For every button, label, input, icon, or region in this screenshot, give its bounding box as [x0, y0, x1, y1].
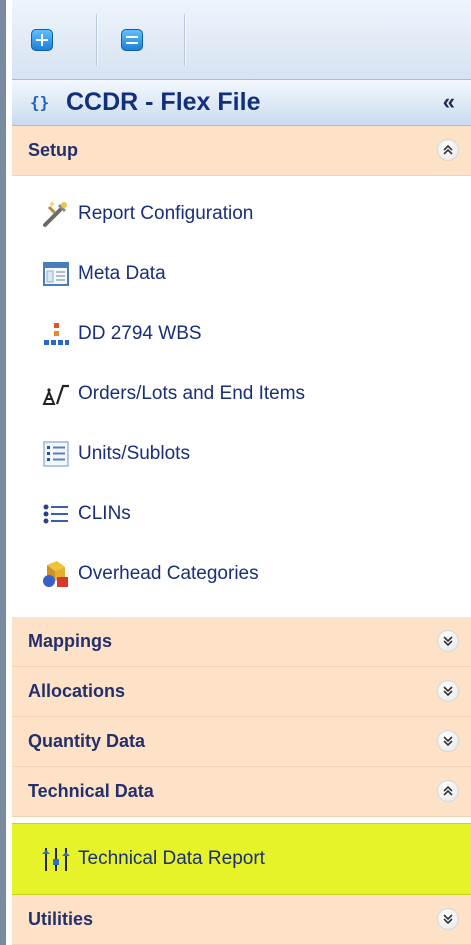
window-grid-icon	[40, 258, 72, 290]
code-braces-icon: {}	[30, 93, 50, 112]
collapse-all-button[interactable]	[114, 22, 150, 58]
section-technical-data[interactable]: Technical Data	[12, 767, 471, 817]
navigation-panel: {} CCDR - Flex File « Setup Report Confi…	[0, 0, 471, 945]
nav-item-label: Technical Data Report	[78, 848, 265, 869]
collapse-all-icon	[121, 29, 143, 51]
nav-item-overhead-categories[interactable]: Overhead Categories	[12, 544, 471, 604]
chevron-up-icon[interactable]	[437, 780, 459, 802]
section-allocations[interactable]: Allocations	[12, 667, 471, 717]
section-quantity-data[interactable]: Quantity Data	[12, 717, 471, 767]
nav-item-label: Report Configuration	[78, 203, 254, 224]
chevron-down-icon[interactable]	[437, 730, 459, 752]
nav-item-label: Units/Sublots	[78, 443, 190, 464]
chevron-up-icon[interactable]	[437, 139, 459, 161]
section-label: Allocations	[28, 681, 126, 701]
panel-title: CCDR - Flex File	[66, 88, 261, 116]
nav-item-clins[interactable]: CLINs	[12, 484, 471, 544]
section-mappings[interactable]: Mappings	[12, 617, 471, 667]
nav-item-label: Orders/Lots and End Items	[78, 383, 306, 404]
nav-item-orders-lots[interactable]: Orders/Lots and End Items	[12, 364, 471, 424]
expand-all-button[interactable]	[24, 22, 60, 58]
shapes-icon	[40, 558, 72, 590]
panel-toolbar	[12, 0, 471, 80]
section-label: Quantity Data	[28, 731, 146, 751]
section-setup[interactable]: Setup	[12, 126, 471, 176]
panel-header: {} CCDR - Flex File «	[12, 80, 471, 126]
nav-item-meta-data[interactable]: Meta Data	[12, 244, 471, 304]
tools-wand-icon	[40, 198, 72, 230]
bullet-list-icon	[40, 498, 72, 530]
scale-chart-icon	[40, 378, 72, 410]
nav-item-dd-2794-wbs[interactable]: DD 2794 WBS	[12, 304, 471, 364]
nav-item-report-configuration[interactable]: Report Configuration	[12, 184, 471, 244]
chevron-down-icon[interactable]	[437, 908, 459, 930]
collapse-panel-button[interactable]: «	[443, 90, 455, 114]
section-label: Technical Data	[28, 781, 154, 801]
hierarchy-icon	[40, 318, 72, 350]
expand-all-icon	[31, 29, 53, 51]
toolbar-separator	[96, 14, 97, 66]
nav-item-label: DD 2794 WBS	[78, 323, 202, 344]
section-label: Utilities	[28, 909, 94, 929]
chevron-down-icon[interactable]	[437, 680, 459, 702]
section-label: Setup	[28, 140, 79, 160]
chevron-down-icon[interactable]	[437, 630, 459, 652]
nav-item-label: Meta Data	[78, 263, 166, 284]
nav-item-label: CLINs	[78, 503, 131, 524]
section-label: Mappings	[28, 631, 112, 651]
sliders-icon	[40, 843, 72, 875]
section-utilities[interactable]: Utilities	[12, 895, 471, 945]
nav-item-label: Overhead Categories	[78, 563, 259, 584]
numbered-list-icon	[40, 438, 72, 470]
nav-item-technical-data-report[interactable]: Technical Data Report	[12, 823, 471, 895]
toolbar-separator	[184, 14, 185, 66]
nav-item-units-sublots[interactable]: Units/Sublots	[12, 424, 471, 484]
